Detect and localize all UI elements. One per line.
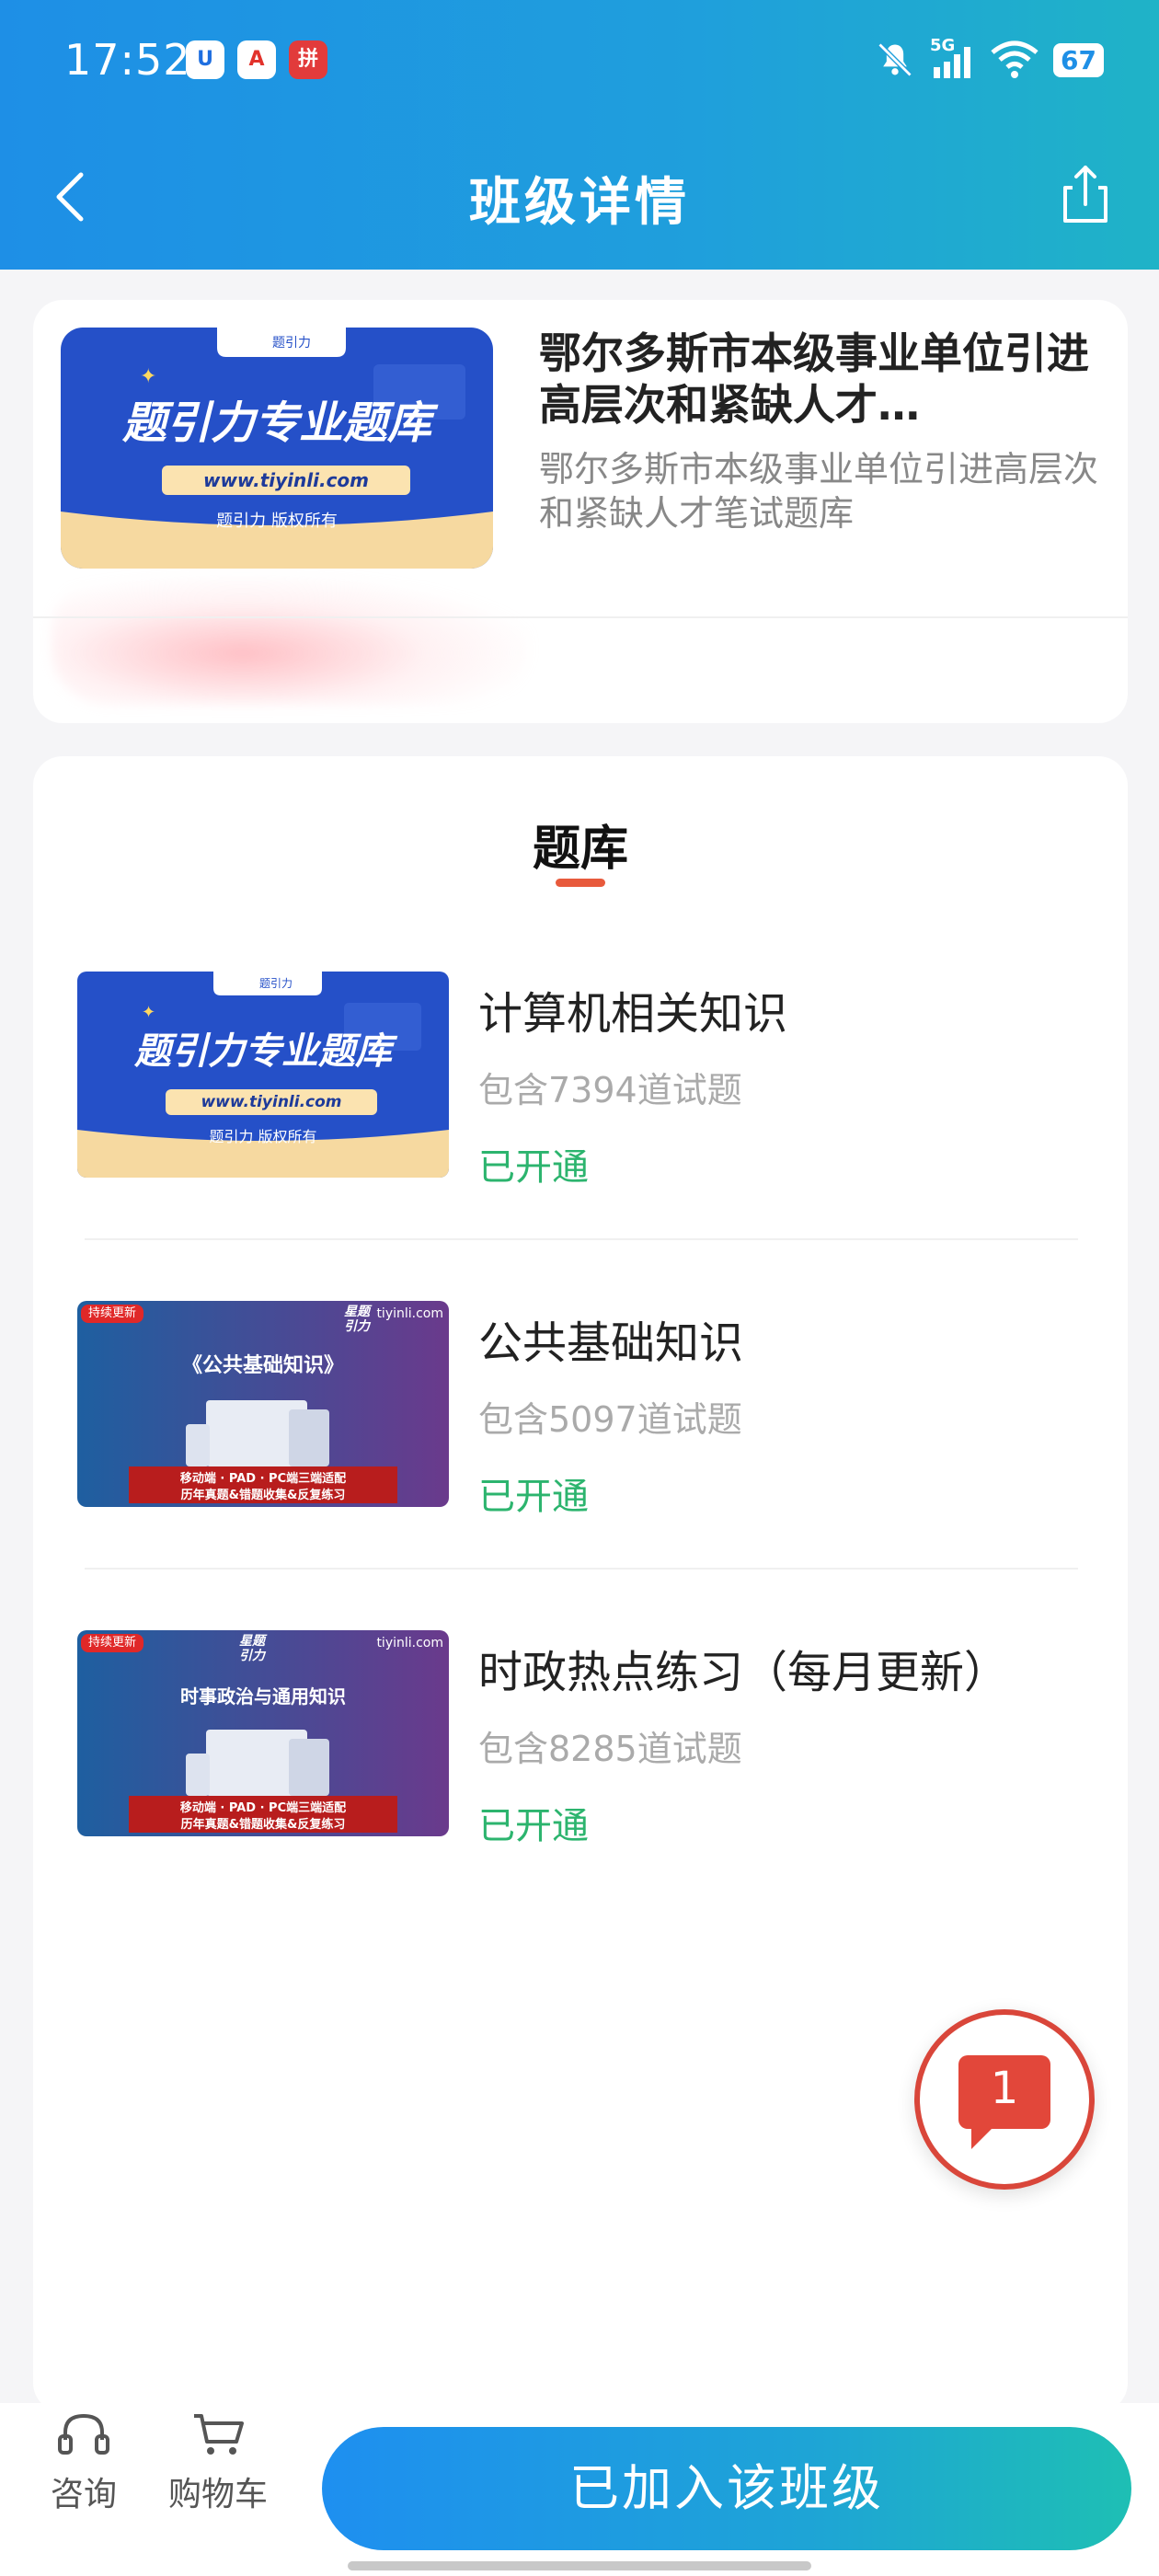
bank-item[interactable]: 持续更新 星题引力 tiyinli.com 时事政治与通用知识 移动端 · PA… [77, 1630, 1084, 1847]
cover-title: 题引力专业题库 [121, 397, 431, 449]
class-cover-image: ✦ 题引力 题引力专业题库 www.tiyinli.com 题引力 版权所有 [61, 328, 493, 569]
share-icon [1063, 166, 1107, 223]
class-title: 鄂尔多斯市本级事业单位引进高层次和紧缺人才… [539, 328, 1089, 430]
app-notification-icon-1: U [186, 40, 224, 79]
consult-label: 咨询 [50, 2476, 117, 2513]
consult-button[interactable]: 咨询 [24, 2410, 143, 2515]
bank-status: 已开通 [478, 1805, 589, 1847]
bank-status: 已开通 [478, 1146, 589, 1189]
bank-name: 计算机相关知识 [478, 988, 788, 1040]
section-underline [556, 879, 605, 887]
class-info-card: ✦ 题引力 题引力专业题库 www.tiyinli.com 题引力 版权所有 鄂… [33, 300, 1128, 723]
bank-question-count: 包含5097道试题 [478, 1399, 742, 1440]
cover-line1: 移动端 · PAD · PC端三端适配 [179, 1472, 347, 1486]
cart-icon [194, 2414, 244, 2455]
mute-bell-icon [878, 42, 912, 77]
status-indicators: 5G 67 [875, 36, 1104, 83]
bank-cover-image: 持续更新 星题引力 tiyinli.com 《公共基础知识》 移动端 · PAD… [77, 1301, 449, 1507]
wifi-icon [991, 40, 1039, 78]
cover-title: 《公共基础知识》 [181, 1354, 344, 1377]
app-notification-icon-3: 拼 [289, 40, 327, 79]
joined-class-button[interactable]: 已加入该班级 [322, 2427, 1131, 2550]
signal-icon: 5G [930, 36, 976, 80]
message-float-button[interactable]: 1 [914, 2009, 1095, 2190]
item-divider [85, 1568, 1078, 1570]
cover-line2: 历年真题&错题收集&反复练习 [180, 1489, 346, 1502]
bank-cover-image: ✦ 题引力 题引力专业题库 www.tiyinli.com 题引力 版权所有 [77, 972, 449, 1178]
cover-url: www.tiyinli.com [166, 1089, 377, 1115]
message-count: 1 [990, 2063, 1019, 2114]
cover-site: tiyinli.com [376, 1636, 443, 1650]
bank-item[interactable]: 持续更新 星题引力 tiyinli.com 《公共基础知识》 移动端 · PAD… [77, 1301, 1084, 1518]
cover-line2: 历年真题&错题收集&反复练习 [180, 1818, 346, 1832]
bank-cover-image: 持续更新 星题引力 tiyinli.com 时事政治与通用知识 移动端 · PA… [77, 1630, 449, 1836]
svg-text:✦: ✦ [142, 1003, 155, 1022]
status-time: 17:52 [64, 35, 191, 85]
item-divider [85, 1238, 1078, 1240]
cover-tag: 题引力 [259, 977, 293, 990]
card-divider [33, 616, 1128, 618]
cover-line1: 移动端 · PAD · PC端三端适配 [179, 1801, 347, 1815]
bank-question-count: 包含8285道试题 [478, 1729, 742, 1769]
headset-icon [58, 2413, 109, 2455]
battery-level: 67 [1053, 42, 1104, 77]
cover-logo: 星题引力 [239, 1634, 265, 1663]
cover-copyright: 题引力 版权所有 [209, 1128, 317, 1145]
bank-status: 已开通 [478, 1476, 589, 1518]
cover-title: 题引力专业题库 [134, 1030, 392, 1073]
class-description: 鄂尔多斯市本级事业单位引进高层次和紧缺人才笔试题库 [539, 449, 1099, 534]
svg-text:✦: ✦ [140, 365, 156, 388]
redacted-area [52, 576, 530, 705]
cover-site: tiyinli.com [376, 1306, 443, 1321]
bank-name: 时政热点练习（每月更新） [478, 1647, 1009, 1698]
cover-tag: 题引力 [272, 336, 311, 351]
section-title: 题库 [532, 822, 628, 877]
page-title: 班级详情 [469, 173, 690, 233]
cart-button[interactable]: 购物车 [158, 2410, 278, 2515]
cover-copyright: 题引力 版权所有 [216, 512, 338, 531]
cover-logo: 星题引力 [344, 1305, 370, 1334]
cover-badge: 持续更新 [81, 1305, 144, 1323]
bank-name: 公共基础知识 [478, 1317, 744, 1369]
app-notification-icon-2: A [237, 40, 276, 79]
cover-title: 时事政治与通用知识 [180, 1685, 346, 1708]
bank-item[interactable]: ✦ 题引力 题引力专业题库 www.tiyinli.com 题引力 版权所有 计… [77, 972, 1084, 1189]
chat-bubble-icon: 1 [958, 2055, 1050, 2149]
app-header: 17:52 U A 拼 5G 67 班级详情 [0, 0, 1159, 270]
home-indicator [348, 2561, 811, 2570]
bank-question-count: 包含7394道试题 [478, 1070, 742, 1110]
cover-badge: 持续更新 [81, 1634, 144, 1652]
bottom-action-bar: 咨询 购物车 已加入该班级 [0, 2403, 1159, 2576]
share-button[interactable] [1049, 156, 1122, 230]
cover-url: www.tiyinli.com [162, 466, 410, 495]
cart-label: 购物车 [167, 2476, 268, 2513]
